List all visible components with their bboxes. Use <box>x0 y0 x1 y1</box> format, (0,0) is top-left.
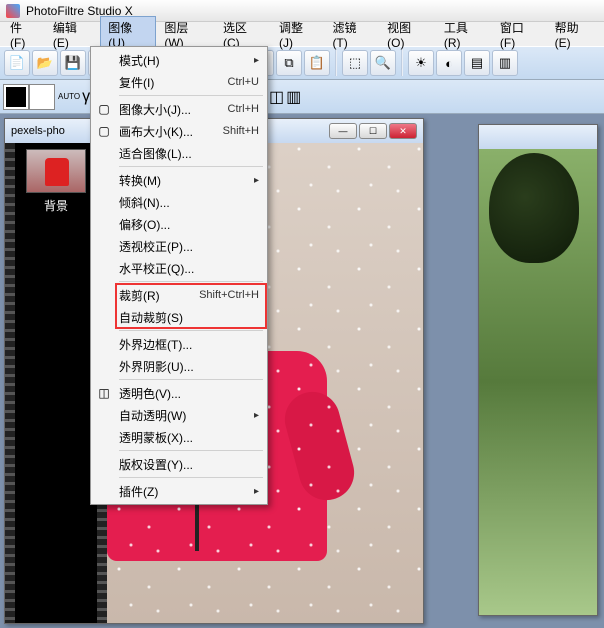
menu-shortcut: Shift+Ctrl+H <box>199 289 259 301</box>
menu-item-label: 透明色(V)... <box>119 385 181 402</box>
transparency-icon: ◫ <box>95 384 113 402</box>
menu-item[interactable]: 水平校正(Q)... <box>91 257 267 279</box>
menu-item[interactable]: 自动透明(W) <box>91 404 267 426</box>
menu-item-label: 外界阴影(U)... <box>119 358 194 375</box>
menu-item[interactable]: 外界阴影(U)... <box>91 355 267 377</box>
save-icon[interactable]: 💾 <box>60 50 86 76</box>
menu-separator <box>119 95 263 96</box>
menu-item[interactable]: ▢ 画布大小(K)... Shift+H <box>91 120 267 142</box>
menu-item-label: 水平校正(Q)... <box>119 260 194 277</box>
menu-item-label: 偏移(O)... <box>119 216 170 233</box>
tree-image-content <box>489 153 579 263</box>
texture5-icon[interactable]: ◫ <box>269 87 284 107</box>
filmstrip-left <box>5 143 15 623</box>
menu-separator <box>119 450 263 451</box>
menu-item[interactable]: 调整(J) <box>271 16 324 53</box>
menu-item-label: 复件(I) <box>119 74 154 91</box>
menu-item[interactable]: 偏移(O)... <box>91 213 267 235</box>
close-button[interactable]: ✕ <box>389 123 417 139</box>
layer-label: 背景 <box>44 197 68 214</box>
menu-item[interactable]: 窗口(F) <box>492 16 547 53</box>
menu-item-label: 版权设置(Y)... <box>119 456 193 473</box>
image-size-icon: ▢ <box>95 100 113 118</box>
doc2-titlebar[interactable] <box>479 125 597 149</box>
menu-item-label: 转换(M) <box>119 172 161 189</box>
menu-item-label: 适合图像(L)... <box>119 145 192 162</box>
zoom-icon[interactable]: 🔍 <box>370 50 396 76</box>
menu-item[interactable]: 裁剪(R) Shift+Ctrl+H <box>91 284 267 306</box>
layer-panel[interactable]: 背景 <box>15 143 97 623</box>
menu-item[interactable]: 工具(R) <box>436 16 492 53</box>
menu-item-label: 插件(Z) <box>119 483 158 500</box>
menu-item-label: 自动透明(W) <box>119 407 186 424</box>
menu-shortcut: Shift+H <box>223 125 259 137</box>
menu-item[interactable]: ▢ 图像大小(J)... Ctrl+H <box>91 98 267 120</box>
explorer-icon[interactable]: ▥ <box>492 50 518 76</box>
menu-item[interactable]: 件(F) <box>2 16 45 53</box>
menu-shortcut: Ctrl+H <box>228 103 259 115</box>
menu-item[interactable]: 插件(Z) <box>91 480 267 502</box>
menu-item-label: 外界边框(T)... <box>119 336 192 353</box>
bg-color-swatch[interactable] <box>30 85 54 109</box>
menu-item-label: 透明蒙板(X)... <box>119 429 193 446</box>
menu-item-label: 透视校正(P)... <box>119 238 193 255</box>
open-icon[interactable]: 📂 <box>32 50 58 76</box>
menu-item[interactable]: 复件(I) Ctrl+U <box>91 71 267 93</box>
menu-item-label: 倾斜(N)... <box>119 194 170 211</box>
menu-item[interactable]: 模式(H) <box>91 49 267 71</box>
menu-item-label: 模式(H) <box>119 52 160 69</box>
copy-icon[interactable]: ⧉ <box>276 50 302 76</box>
menu-item[interactable]: 透明蒙板(X)... <box>91 426 267 448</box>
maximize-button[interactable]: ☐ <box>359 123 387 139</box>
canvas-size-icon: ▢ <box>95 122 113 140</box>
menu-separator <box>119 379 263 380</box>
document-window-2[interactable] <box>478 124 598 616</box>
menu-item[interactable]: ◫ 透明色(V)... <box>91 382 267 404</box>
menu-item-label: 画布大小(K)... <box>119 123 193 140</box>
new-icon[interactable]: 📄 <box>4 50 30 76</box>
menu-item[interactable]: 适合图像(L)... <box>91 142 267 164</box>
menu-item[interactable]: 转换(M) <box>91 169 267 191</box>
paste-icon[interactable]: 📋 <box>304 50 330 76</box>
menu-separator <box>119 281 263 282</box>
fg-color-swatch[interactable] <box>4 85 28 109</box>
menu-separator <box>119 477 263 478</box>
menubar: 件(F)编辑(E)图像(U)图层(W)选区(C)调整(J)滤镜(T)视图(O)工… <box>0 22 604 46</box>
menu-separator <box>119 166 263 167</box>
menu-item[interactable]: 版权设置(Y)... <box>91 453 267 475</box>
menu-item[interactable]: 透视校正(P)... <box>91 235 267 257</box>
minimize-button[interactable]: — <box>329 123 357 139</box>
brightness-icon[interactable]: ☀ <box>408 50 434 76</box>
menu-item[interactable]: 滤镜(T) <box>324 16 379 53</box>
doc2-canvas[interactable] <box>479 149 597 615</box>
menu-item-label: 自动裁剪(S) <box>119 309 183 326</box>
layer-thumbnail[interactable] <box>26 149 86 193</box>
auto-icon[interactable]: AUTO <box>58 92 80 101</box>
contrast-icon[interactable]: ◐ <box>436 50 462 76</box>
menu-item-label: 图像大小(J)... <box>119 101 191 118</box>
menu-item[interactable]: 自动裁剪(S) <box>91 306 267 328</box>
image-size-icon[interactable]: ⬚ <box>342 50 368 76</box>
texture6-icon[interactable]: ▥ <box>286 87 301 107</box>
image-menu-dropdown: 模式(H) 复件(I) Ctrl+U ▢ 图像大小(J)... Ctrl+H ▢ 画布大小(K… <box>90 46 268 505</box>
menu-item[interactable]: 视图(O) <box>379 16 436 53</box>
menu-item[interactable]: 帮助(E) <box>547 16 602 53</box>
menu-item[interactable]: 倾斜(N)... <box>91 191 267 213</box>
layers-icon[interactable]: ▤ <box>464 50 490 76</box>
menu-item-label: 裁剪(R) <box>119 287 160 304</box>
doc1-title: pexels-pho <box>11 125 65 137</box>
menu-shortcut: Ctrl+U <box>228 76 259 88</box>
menu-separator <box>119 330 263 331</box>
menu-item[interactable]: 外界边框(T)... <box>91 333 267 355</box>
